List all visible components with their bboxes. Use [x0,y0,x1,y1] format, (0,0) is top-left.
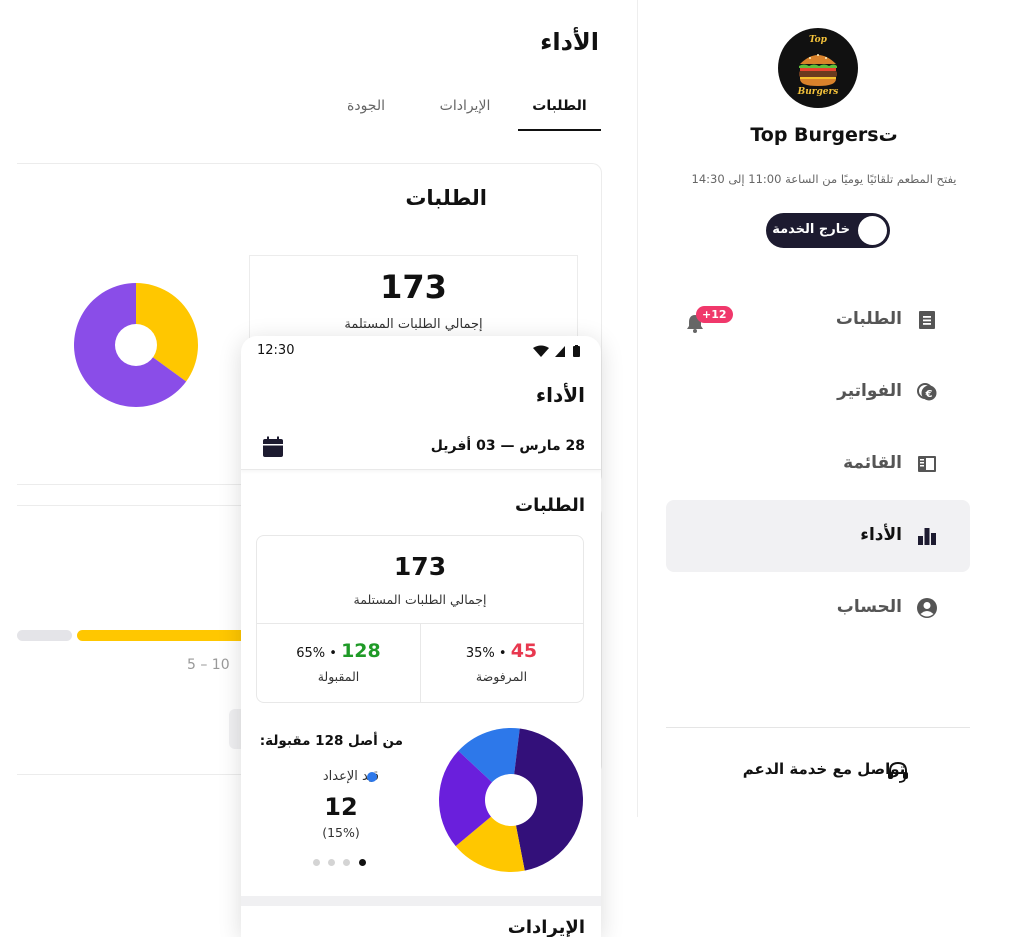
carousel-dot[interactable] [328,859,335,866]
range-label: 5 – 10 [187,657,230,673]
accepted-label: المقبولة [317,669,360,684]
page-title: الأداء [540,28,599,56]
legend-percent: (15%) [322,825,360,840]
logo-text-top: Top [809,35,827,45]
tab-revenue[interactable]: الإيرادات [425,98,505,114]
service-status-label: خارج الخدمة [772,222,850,237]
total-orders-value: 173 [380,268,447,306]
carousel-dot[interactable] [343,859,350,866]
wifi-icon [533,345,549,357]
rejected-value: 45 [510,640,538,662]
tab-underline [518,129,601,131]
orders-card-title: الطلبات [405,186,487,210]
tab-orders[interactable]: الطلبات [518,98,601,114]
menu-book-icon [918,456,936,472]
accepted-value: 128 [341,640,381,662]
calendar-icon[interactable] [262,436,284,458]
distribution-bar-fill [77,630,257,641]
restaurant-logo: Top Burgers [778,28,858,108]
stats-divider [420,624,421,703]
support-link[interactable]: تواصل مع خدمة الدعم [638,760,1009,778]
sidebar-item-label: الأداء [860,525,902,545]
burger-icon [799,54,837,86]
sidebar-divider [666,727,970,728]
accepted-pct: 65% • [296,646,337,661]
euro-coin-icon: € [917,383,937,401]
rejected-metric: 35% • 45 [420,640,583,662]
tab-quality[interactable]: الجودة [335,98,397,114]
sidebar: Top Burgers Top Burgersت يفتح المطعم تلق… [637,0,1009,817]
section-gap [241,896,601,906]
date-range-label: 28 مارس — 03 أفريل [430,438,585,454]
bar-chart-icon [918,528,936,545]
phone-total-value: 173 [393,552,447,581]
sidebar-item-label: الطلبات [835,309,902,329]
rejected-pct: 35% • [465,646,507,661]
total-orders-label: إجمالي الطلبات المستلمة [344,317,483,332]
notification-badge: +12 [696,306,733,323]
sidebar-item-account[interactable]: الحساب [666,572,970,644]
svg-text:€: € [925,389,933,400]
legend-count: 12 [324,793,358,821]
document-icon [919,311,935,329]
signal-icon [555,346,565,357]
phone-total-label: إجمالي الطلبات المستلمة [353,592,487,607]
donut-hole [115,324,157,366]
sidebar-item-label: الفواتير [837,381,902,401]
sidebar-item-menu[interactable]: القائمة [666,428,970,500]
status-time: 12:30 [257,343,295,358]
accepted-of-label: من أصل 128 مقبولة: [259,733,403,749]
legend-dot [367,772,377,782]
accepted-metric: 65% • 128 [257,640,420,662]
sidebar-item-label: القائمة [843,453,902,473]
orders-donut-chart [73,283,198,407]
phone-page-title: الأداء [535,383,585,407]
accepted-breakdown-chart [439,728,583,872]
sidebar-item-performance[interactable]: الأداء [666,500,970,572]
donut-hole [485,774,537,826]
user-circle-icon [917,598,937,618]
carousel-dot-active[interactable] [359,859,366,866]
phone-revenue-title: الإيرادات [507,917,585,937]
sidebar-item-invoices[interactable]: الفواتير € [666,356,970,428]
battery-icon [573,346,580,357]
phone-mockup: 12:30 الأداء 28 مارس — 03 أفريل الطلبات … [241,336,601,937]
status-icons [533,345,580,357]
distribution-bar-empty [17,630,72,641]
rejected-label: المرفوضة [475,669,528,684]
toggle-knob [858,216,887,245]
restaurant-name: Top Burgersت [750,124,898,146]
logo-text-bottom: Burgers [797,87,839,97]
opening-hours: يفتح المطعم تلقائيًا يوميًا من الساعة 11… [691,172,957,186]
phone-orders-title: الطلبات [514,495,585,516]
date-range-selector[interactable]: 28 مارس — 03 أفريل [241,426,601,470]
phone-stats-box: 173 إجمالي الطلبات المستلمة 65% • 128 ال… [256,535,584,703]
service-status-toggle[interactable]: خارج الخدمة [766,213,890,248]
sidebar-item-label: الحساب [836,597,902,617]
carousel-dot[interactable] [313,859,320,866]
headset-icon [888,761,908,783]
